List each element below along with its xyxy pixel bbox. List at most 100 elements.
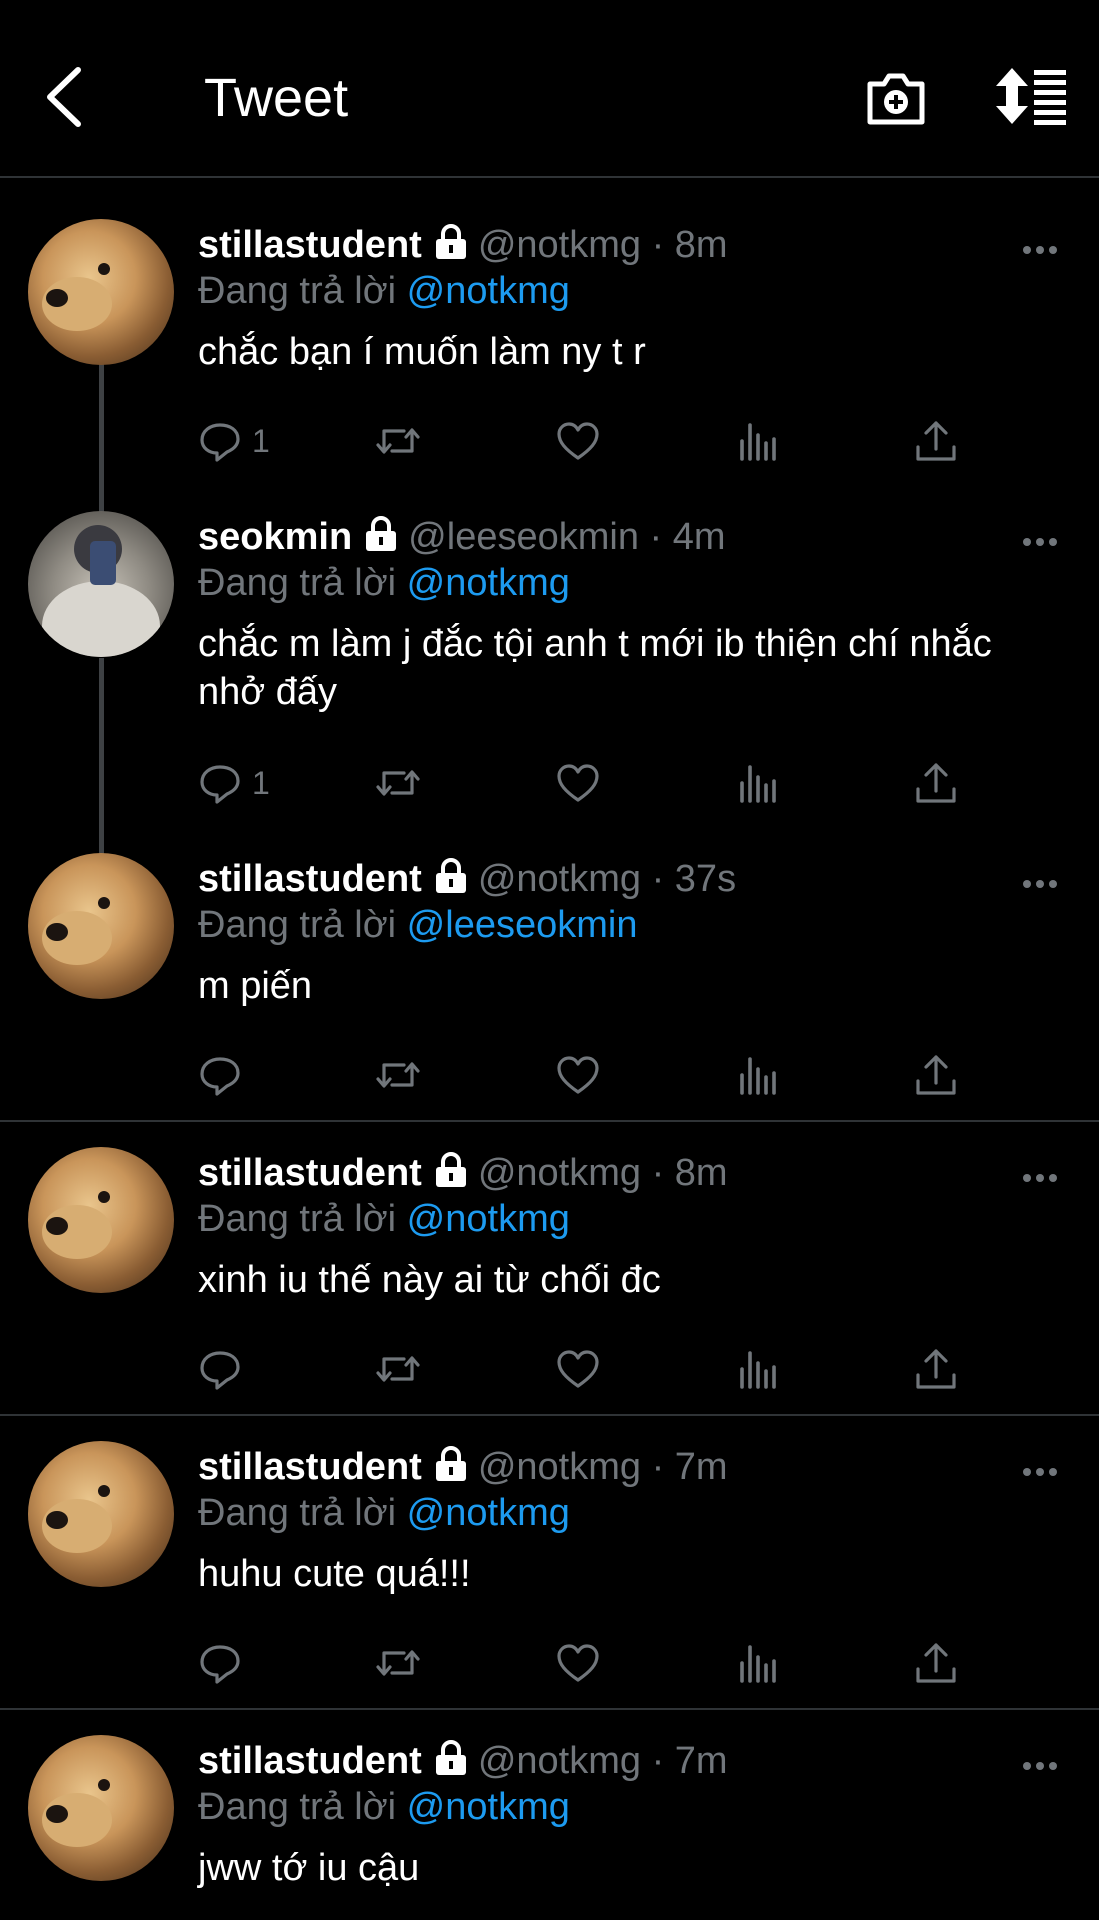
avatar[interactable] [28, 1441, 174, 1587]
analytics-button[interactable] [734, 1344, 778, 1394]
username[interactable]: stillastudent [198, 1446, 422, 1488]
reply-icon [200, 1057, 240, 1096]
username[interactable]: stillastudent [198, 858, 422, 900]
more-icon[interactable] [1022, 1168, 1058, 1188]
retweet-icon [376, 428, 420, 454]
action-bar [198, 1050, 998, 1100]
handle[interactable]: @leeseokmin [408, 516, 639, 558]
replying-to: Đang trả lời @notkmg [198, 1784, 570, 1830]
tweet[interactable]: stillastudent @notkmg · 8m Đang trả lời @… [0, 184, 1099, 474]
tweet[interactable]: stillastudent @notkmg · 8m Đang trả lời @… [0, 1112, 1099, 1416]
mention-link[interactable]: @notkmg [407, 1492, 570, 1534]
replying-label: Đang trả lời [198, 1198, 397, 1240]
mention-link[interactable]: @notkmg [407, 270, 570, 312]
share-button[interactable] [914, 1638, 958, 1688]
tweet-text: chắc bạn í muốn làm ny t r [198, 331, 646, 373]
top-bar: Tweet [0, 0, 1099, 178]
avatar[interactable] [28, 1147, 174, 1293]
replying-label: Đang trả lời [198, 904, 397, 946]
reply-count: 1 [252, 422, 270, 459]
replying-label: Đang trả lời [198, 270, 397, 312]
share-button[interactable] [914, 758, 958, 808]
separator-dot: · [649, 516, 663, 558]
avatar[interactable] [28, 219, 174, 365]
retweet-button[interactable] [376, 758, 420, 808]
more-icon[interactable] [1022, 1462, 1058, 1482]
avatar[interactable] [28, 853, 174, 999]
username[interactable]: stillastudent [198, 1740, 422, 1782]
retweet-button[interactable] [376, 1344, 420, 1394]
retweet-button[interactable] [376, 416, 420, 466]
action-bar: 1 [198, 758, 998, 808]
share-icon [916, 1643, 956, 1683]
lock-icon [435, 224, 466, 259]
like-button[interactable] [556, 1344, 600, 1394]
action-bar [198, 1638, 998, 1688]
share-icon [916, 1349, 956, 1389]
reply-button[interactable] [198, 1638, 252, 1688]
avatar[interactable] [28, 511, 174, 657]
lock-icon [435, 1446, 466, 1481]
more-icon[interactable] [1022, 532, 1058, 552]
like-button[interactable] [556, 1638, 600, 1688]
back-arrow-icon [47, 67, 81, 127]
tweet-header: stillastudent @notkmg · 8m [198, 222, 728, 268]
analytics-button[interactable] [734, 416, 778, 466]
page-title: Tweet [204, 68, 349, 128]
analytics-button[interactable] [734, 758, 778, 808]
share-icon [916, 1055, 956, 1095]
like-button[interactable] [556, 416, 600, 466]
handle[interactable]: @notkmg [478, 1740, 641, 1782]
tweet[interactable]: stillastudent @notkmg · 7m Đang trả lời @… [0, 1406, 1099, 1710]
reply-button[interactable]: 1 [198, 416, 270, 466]
reply-button[interactable] [198, 1344, 252, 1394]
reply-button[interactable]: 1 [198, 758, 270, 808]
timestamp: 37s [674, 858, 737, 900]
username[interactable]: stillastudent [198, 1152, 422, 1194]
more-icon[interactable] [1022, 240, 1058, 260]
replying-to: Đang trả lời @notkmg [198, 560, 570, 606]
timestamp: 8m [674, 1152, 728, 1194]
handle[interactable]: @notkmg [478, 858, 641, 900]
separator-dot: · [651, 1740, 665, 1782]
tweet[interactable]: stillastudent @notkmg · 37s Đang trả lời … [0, 818, 1099, 1122]
tweet-text: m piến [198, 965, 313, 1007]
retweet-button[interactable] [376, 1050, 420, 1100]
tweet[interactable]: seokmin @leeseokmin · 4m Đang trả lời @no… [0, 476, 1099, 816]
mention-link[interactable]: @notkmg [407, 562, 570, 604]
tweet[interactable]: stillastudent @notkmg · 7m Đang trả lời @… [0, 1700, 1099, 1920]
like-icon [557, 1056, 599, 1094]
share-button[interactable] [914, 416, 958, 466]
analytics-button[interactable] [734, 1638, 778, 1688]
like-icon [557, 764, 599, 802]
retweet-icon [376, 770, 420, 796]
handle[interactable]: @notkmg [478, 1152, 641, 1194]
more-icon[interactable] [1022, 874, 1058, 894]
like-button[interactable] [556, 1050, 600, 1100]
handle[interactable]: @notkmg [478, 224, 641, 266]
reply-icon [200, 1351, 240, 1390]
analytics-button[interactable] [734, 1050, 778, 1100]
share-icon [916, 763, 956, 803]
more-icon[interactable] [1022, 1756, 1058, 1776]
camera-button[interactable] [864, 66, 928, 130]
username[interactable]: seokmin [198, 516, 352, 558]
share-button[interactable] [914, 1050, 958, 1100]
back-button[interactable] [40, 62, 90, 132]
replying-to: Đang trả lời @notkmg [198, 1490, 570, 1536]
reply-button[interactable] [198, 1050, 252, 1100]
mention-link[interactable]: @notkmg [407, 1786, 570, 1828]
mention-link[interactable]: @leeseokmin [407, 904, 638, 946]
sort-button[interactable] [994, 66, 1068, 126]
replying-to: Đang trả lời @notkmg [198, 268, 570, 314]
timestamp: 8m [674, 224, 728, 266]
separator-dot: · [651, 224, 665, 266]
handle[interactable]: @notkmg [478, 1446, 641, 1488]
mention-link[interactable]: @notkmg [407, 1198, 570, 1240]
avatar[interactable] [28, 1735, 174, 1881]
share-button[interactable] [914, 1344, 958, 1394]
username[interactable]: stillastudent [198, 224, 422, 266]
timestamp: 4m [672, 516, 726, 558]
retweet-button[interactable] [376, 1638, 420, 1688]
like-button[interactable] [556, 758, 600, 808]
